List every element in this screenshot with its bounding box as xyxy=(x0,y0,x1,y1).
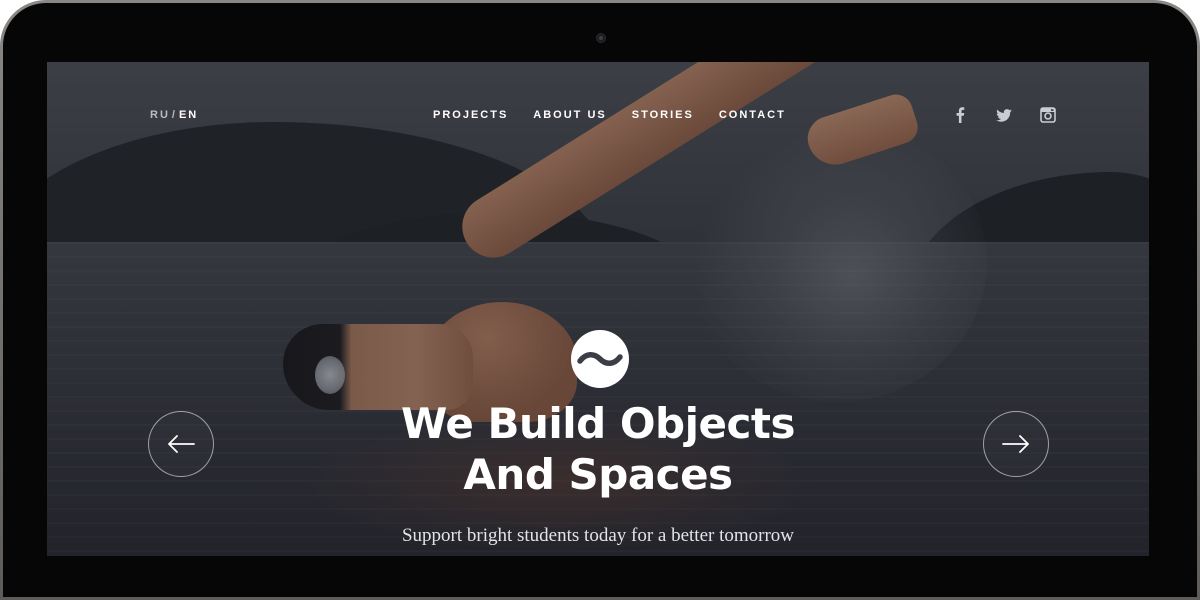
language-ru-link[interactable]: RU xyxy=(150,109,170,121)
main-nav: PROJECTS ABOUT US STORIES CONTACT xyxy=(433,109,786,121)
arrow-left-icon xyxy=(168,435,195,453)
hero-headline: We Build Objects And Spaces xyxy=(298,398,898,500)
arrow-right-icon xyxy=(1002,435,1029,453)
language-en-link[interactable]: EN xyxy=(179,109,198,121)
nav-about-us[interactable]: ABOUT US xyxy=(533,109,606,121)
hero-headline-line-2: And Spaces xyxy=(463,450,733,499)
language-separator: / xyxy=(171,109,175,121)
screen: RU / EN PROJECTS ABOUT US STORIES CONTACT xyxy=(47,62,1149,556)
hero-subtitle: Support bright students today for a bett… xyxy=(401,525,795,546)
hero-headline-line-1: We Build Objects xyxy=(401,399,795,448)
language-switcher: RU / EN xyxy=(150,109,198,121)
facebook-icon[interactable] xyxy=(949,105,971,125)
slider-prev-button[interactable] xyxy=(148,411,214,477)
social-links xyxy=(949,105,1059,125)
slider-next-button[interactable] xyxy=(983,411,1049,477)
wave-logo-icon xyxy=(571,330,629,388)
instagram-icon[interactable] xyxy=(1037,105,1059,125)
nav-contact[interactable]: CONTACT xyxy=(719,109,786,121)
nav-projects[interactable]: PROJECTS xyxy=(433,109,508,121)
twitter-icon[interactable] xyxy=(993,105,1015,125)
webcam-icon xyxy=(596,33,606,43)
nav-stories[interactable]: STORIES xyxy=(632,109,694,121)
